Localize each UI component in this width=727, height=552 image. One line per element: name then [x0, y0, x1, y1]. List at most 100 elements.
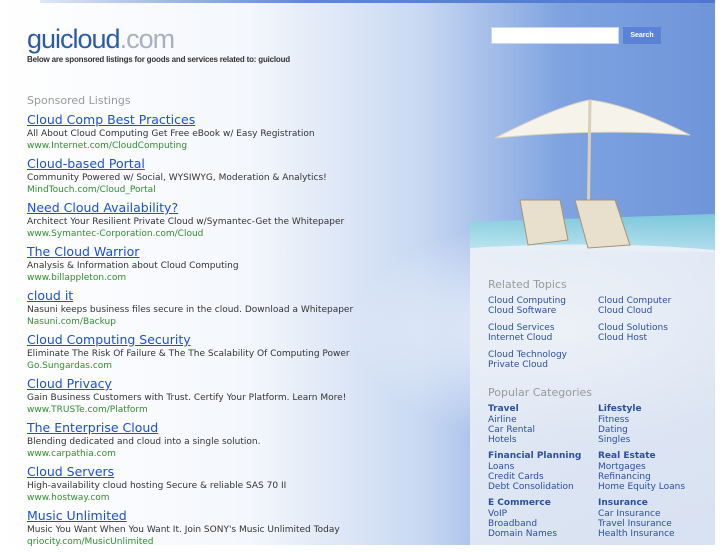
related-topic-link[interactable]: Private Cloud — [488, 360, 598, 370]
listing-item: Cloud Servers High-availability cloud hos… — [27, 464, 387, 508]
site-logo[interactable]: guicloud.com — [27, 24, 176, 55]
listing-url[interactable]: www.carpathia.com — [27, 448, 387, 461]
listing-item: Cloud Privacy Gain Business Customers wit… — [27, 376, 387, 420]
category-heading-link[interactable]: Real Estate — [598, 451, 708, 462]
category-link[interactable]: Broadband — [488, 519, 598, 529]
category-heading-link[interactable]: Travel — [488, 404, 598, 415]
related-topic-link[interactable]: Cloud Computer — [598, 296, 708, 306]
sponsored-listings: Cloud Comp Best Practices All About Cloud… — [27, 112, 387, 552]
listing-description: Nasuni keeps business files secure in th… — [27, 305, 354, 315]
logo-name: guicloud — [27, 24, 121, 54]
related-column: Cloud Solutions Cloud Host — [598, 323, 708, 343]
listing-title-link[interactable]: Music Unlimited — [27, 508, 387, 524]
category-heading-link[interactable]: Financial Planning — [488, 451, 598, 462]
related-topic-link[interactable]: Cloud Services — [488, 323, 598, 333]
category-group: Financial Planning Loans Credit Cards Debt … — [488, 451, 708, 492]
related-topic-link[interactable]: Cloud Technology — [488, 350, 598, 360]
category-link[interactable]: Health Insurance — [598, 529, 708, 539]
listing-item: Music Unlimited Music You Want When You W… — [27, 508, 387, 552]
category-column: Real Estate Mortgages Refinancing Home Equi… — [598, 451, 708, 492]
category-link[interactable]: Travel Insurance — [598, 519, 708, 529]
category-link[interactable]: Debt Consolidation — [488, 482, 598, 492]
listing-description: Blending dedicated and cloud into a sing… — [27, 437, 261, 447]
related-topic-link[interactable]: Cloud Software — [488, 306, 598, 316]
related-topic-link[interactable]: Cloud Solutions — [598, 323, 708, 333]
related-group: Cloud Technology Private Cloud — [488, 350, 708, 370]
category-column: Financial Planning Loans Credit Cards Debt … — [488, 451, 598, 492]
category-heading-link[interactable]: Insurance — [598, 498, 708, 509]
listing-title-link[interactable]: The Cloud Warrior — [27, 244, 387, 260]
category-link[interactable]: Credit Cards — [488, 472, 598, 482]
category-column: E Commerce VoIP Broadband Domain Names — [488, 498, 598, 539]
category-link[interactable]: Fitness — [598, 415, 708, 425]
listing-title-link[interactable]: Cloud-based Portal — [27, 156, 387, 172]
listing-title-link[interactable]: Cloud Comp Best Practices — [27, 112, 387, 128]
category-group: E Commerce VoIP Broadband Domain Names Insur… — [488, 498, 708, 539]
related-column: Cloud Services Internet Cloud — [488, 323, 598, 343]
sponsored-listings-title: Sponsored Listings — [27, 94, 131, 107]
listing-url[interactable]: www.hostway.com — [27, 492, 387, 505]
category-column: Lifestyle Fitness Dating Singles — [598, 404, 708, 445]
listing-title-link[interactable]: The Enterprise Cloud — [27, 420, 387, 436]
listing-item: Need Cloud Availability? Architect Your R… — [27, 200, 387, 244]
category-link[interactable]: Domain Names — [488, 529, 598, 539]
category-link[interactable]: Refinancing — [598, 472, 708, 482]
category-link[interactable]: Airline — [488, 415, 598, 425]
listing-url[interactable]: Nasuni.com/Backup — [27, 316, 387, 329]
listing-description: All About Cloud Computing Get Free eBook… — [27, 129, 315, 139]
listing-url[interactable]: www.Symantec-Corporation.com/Cloud — [27, 228, 387, 241]
listing-url[interactable]: www.billappleton.com — [27, 272, 387, 285]
listing-item: Cloud Comp Best Practices All About Cloud… — [27, 112, 387, 156]
category-link[interactable]: Singles — [598, 435, 708, 445]
related-column: Cloud Computing Cloud Software — [488, 296, 598, 316]
related-column: Cloud Computer Cloud Cloud — [598, 296, 708, 316]
category-link[interactable]: Mortgages — [598, 462, 708, 472]
listing-item: The Enterprise Cloud Blending dedicated a… — [27, 420, 387, 464]
category-heading-link[interactable]: Lifestyle — [598, 404, 708, 415]
category-link[interactable]: Hotels — [488, 435, 598, 445]
listing-item: The Cloud Warrior Analysis & Information … — [27, 244, 387, 288]
listing-item: cloud it Nasuni keeps business files secu… — [27, 288, 387, 332]
logo-tld: .com — [119, 24, 176, 54]
listing-title-link[interactable]: Need Cloud Availability? — [27, 200, 387, 216]
category-link[interactable]: Home Equity Loans — [598, 482, 708, 492]
category-link[interactable]: VoIP — [488, 509, 598, 519]
category-group: Travel Airline Car Rental Hotels Lifestyle Fi… — [488, 404, 708, 445]
listing-url[interactable]: Go.Sungardas.com — [27, 360, 387, 373]
listing-title-link[interactable]: Cloud Servers — [27, 464, 387, 480]
listing-description: Gain Business Customers with Trust. Cert… — [27, 393, 347, 403]
popular-categories: Popular Categories Travel Airline Car Rent… — [488, 386, 708, 545]
listing-item: Cloud-based Portal Community Powered w/ S… — [27, 156, 387, 200]
category-column: Insurance Car Insurance Travel Insurance He… — [598, 498, 708, 539]
category-link[interactable]: Loans — [488, 462, 598, 472]
related-column — [598, 350, 708, 370]
related-column: Cloud Technology Private Cloud — [488, 350, 598, 370]
category-link[interactable]: Car Insurance — [598, 509, 708, 519]
related-topic-link[interactable]: Internet Cloud — [488, 333, 598, 343]
listing-title-link[interactable]: cloud it — [27, 288, 387, 304]
related-topic-link[interactable]: Cloud Host — [598, 333, 708, 343]
listing-description: Community Powered w/ Social, WYSIWYG, Mo… — [27, 173, 327, 183]
top-bar — [40, 0, 715, 3]
listing-description: Music You Want When You Want It. Join SO… — [27, 525, 340, 535]
tagline: Below are sponsored listings for goods a… — [27, 55, 290, 64]
right-margin — [715, 0, 727, 545]
listing-url[interactable]: qriocity.com/MusicUnlimited — [27, 536, 387, 549]
listing-description: Eliminate The Risk Of Failure & The The … — [27, 349, 350, 359]
listing-url[interactable]: www.TRUSTe.com/Platform — [27, 404, 387, 417]
listing-title-link[interactable]: Cloud Privacy — [27, 376, 387, 392]
related-topics: Related Topics Cloud Computing Cloud Soft… — [488, 278, 708, 377]
search-input[interactable] — [491, 27, 619, 44]
listing-description: Analysis & Information about Cloud Compu… — [27, 261, 239, 271]
related-topic-link[interactable]: Cloud Computing — [488, 296, 598, 306]
category-heading-link[interactable]: E Commerce — [488, 498, 598, 509]
listing-url[interactable]: MindTouch.com/Cloud_Portal — [27, 184, 387, 197]
search-button[interactable]: Search — [623, 27, 661, 44]
listing-title-link[interactable]: Cloud Computing Security — [27, 332, 387, 348]
category-column: Travel Airline Car Rental Hotels — [488, 404, 598, 445]
related-topic-link[interactable]: Cloud Cloud — [598, 306, 708, 316]
popular-categories-title: Popular Categories — [488, 386, 593, 399]
category-link[interactable]: Car Rental — [488, 425, 598, 435]
category-link[interactable]: Dating — [598, 425, 708, 435]
listing-url[interactable]: www.Internet.com/CloudComputing — [27, 140, 387, 153]
